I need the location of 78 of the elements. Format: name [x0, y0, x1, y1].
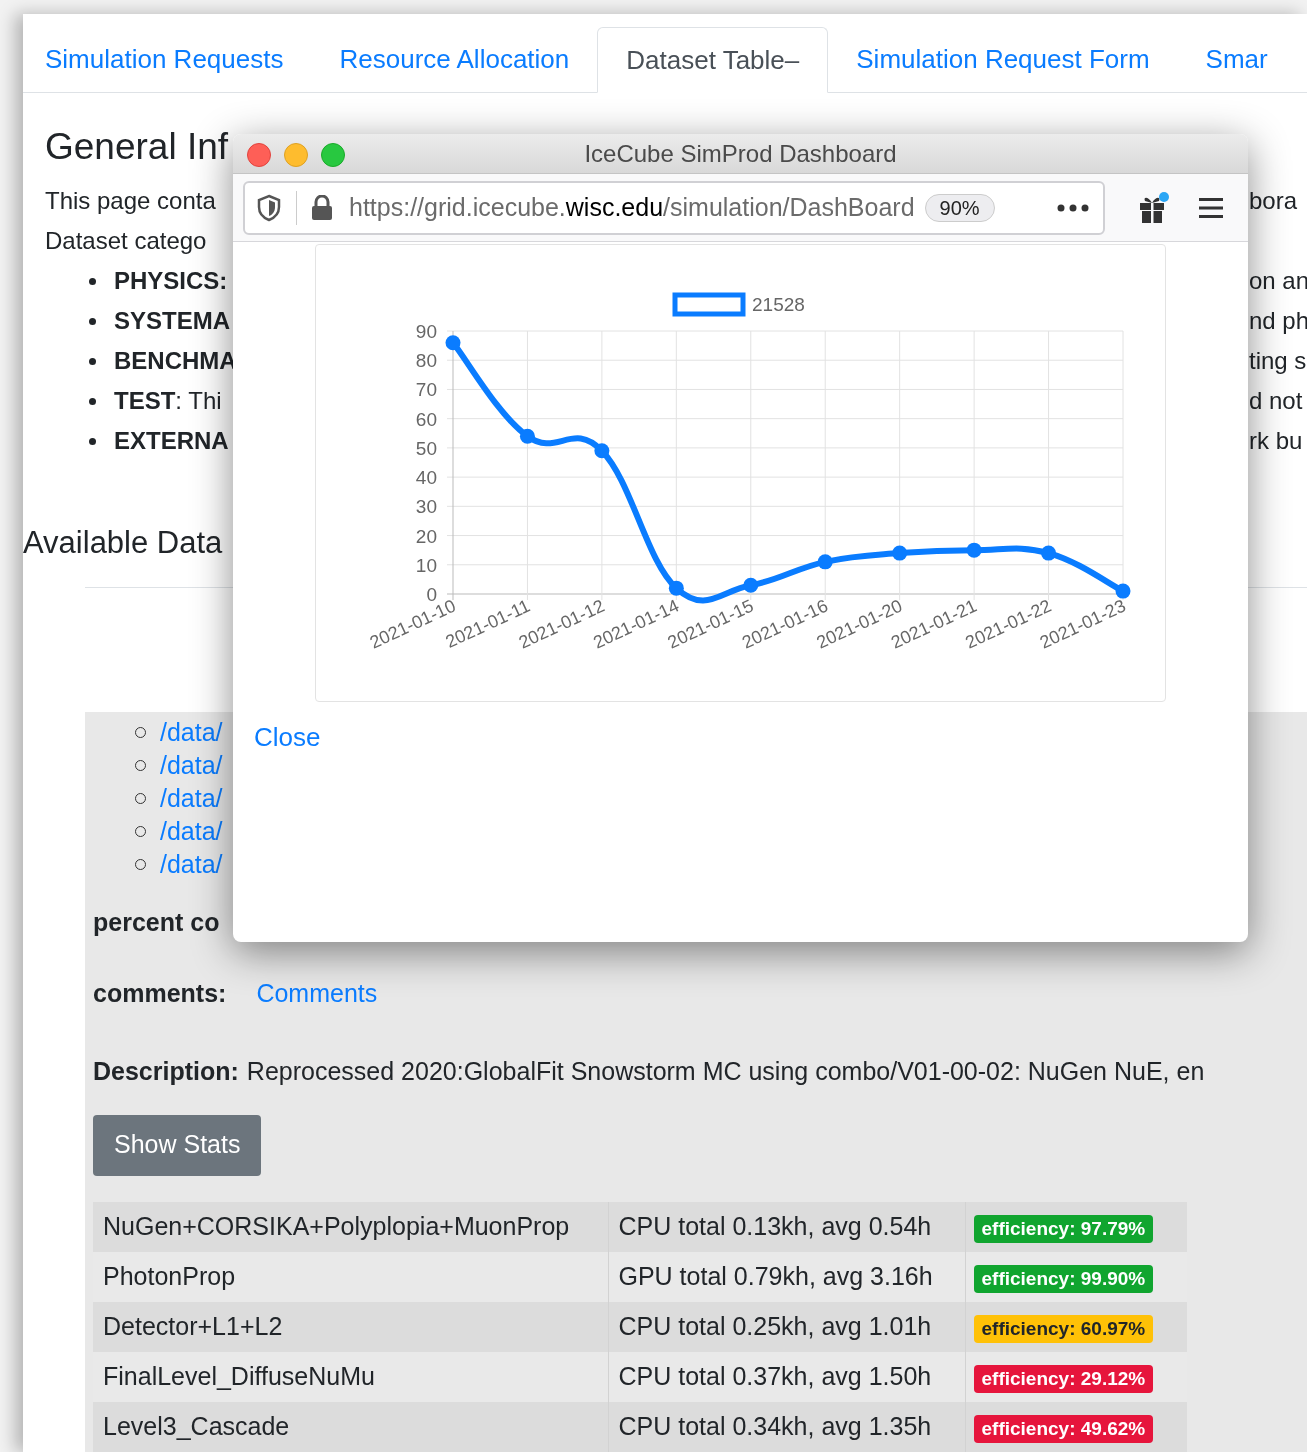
legend-label: 21528 [752, 294, 805, 315]
axis-label: 10 [415, 554, 437, 576]
list-item-text: SYSTEMA [114, 306, 230, 336]
data-point [743, 577, 759, 593]
data-point [1041, 545, 1057, 561]
data-point [1115, 583, 1131, 599]
field-label: Description: [93, 1056, 239, 1087]
table-cell: Level3_Cascade [93, 1401, 608, 1452]
table-cell: CPU total 0.13kh, avg 0.54h [608, 1201, 965, 1252]
nav-tab[interactable]: Resource Allocation [311, 26, 598, 92]
table-cell: FinalLevel_DiffuseNuMu [93, 1351, 608, 1402]
axis-label: 40 [415, 467, 437, 489]
nav-tab[interactable]: Smar [1177, 26, 1296, 92]
list-item-text: TEST: Thi [114, 386, 222, 416]
paragraph-text: bora [1249, 186, 1298, 216]
paragraph-text: on an [1249, 266, 1307, 296]
close-link[interactable]: Close [254, 718, 321, 757]
efficiency-badge: efficiency: 97.79% [973, 1214, 1154, 1243]
efficiency-badge: efficiency: 49.62% [973, 1414, 1154, 1443]
section-heading: Available Data [23, 524, 223, 562]
description-text: Reprocessed 2020:GlobalFit Snowstorm MC using combo/V01-00-02: NuGen NuE, en [246, 1056, 1205, 1087]
list-item-text: PHYSICS: [114, 266, 228, 296]
data-point [594, 443, 610, 459]
data-point [668, 580, 684, 596]
paragraph-text: nd ph [1249, 306, 1307, 336]
field-label: comments: [93, 977, 227, 1009]
menu-icon[interactable] [1199, 196, 1223, 219]
data-point [892, 545, 908, 561]
field-label: percent co [93, 907, 220, 938]
paragraph-text: rk bu [1249, 426, 1303, 456]
data-point [966, 542, 982, 558]
bullet-icon [89, 357, 96, 365]
table-cell: Detector+L1+L2 [93, 1301, 608, 1352]
axis-label: 50 [415, 437, 437, 459]
close-window-button[interactable] [247, 143, 271, 167]
paragraph-text: Dataset catego [45, 226, 207, 256]
efficiency-badge: efficiency: 60.97% [973, 1314, 1154, 1343]
bullet-icon [89, 437, 96, 445]
table-cell: CPU total 0.25kh, avg 1.01h [608, 1301, 965, 1352]
table-cell: NuGen+CORSIKA+Polyplopia+MuonProp [93, 1201, 608, 1252]
gift-icon[interactable] [1139, 191, 1169, 224]
paragraph-text: This page conta [45, 186, 216, 216]
nav-tab[interactable]: Dataset Table– [597, 27, 829, 93]
table-cell: GPU total 0.79kh, avg 3.16h [608, 1251, 965, 1302]
axis-label: 20 [415, 525, 437, 547]
efficiency-badge: efficiency: 99.90% [973, 1264, 1154, 1293]
list-item-text: EXTERNA [114, 426, 229, 456]
zoom-level-button[interactable]: 90% [924, 193, 995, 222]
address-bar[interactable]: https://grid.icecube.wisc.edu/simulation/DashBoard 90% [243, 180, 1105, 235]
section-heading: General Inf [45, 125, 229, 169]
table-cell: CPU total 0.34kh, avg 1.35h [608, 1401, 965, 1452]
data-point [817, 554, 833, 570]
paragraph-text: ting s [1249, 346, 1307, 376]
table-cell: CPU total 0.37kh, avg 1.50h [608, 1351, 965, 1402]
lock-icon[interactable] [311, 194, 333, 221]
axis-label: 90 [415, 321, 437, 342]
axis-label: 30 [415, 496, 437, 518]
more-icon[interactable] [1057, 203, 1089, 212]
shield-icon[interactable] [257, 193, 281, 222]
nav-tab[interactable]: Simulation Request Form [828, 26, 1178, 92]
axis-label: 70 [415, 379, 437, 401]
axis-label: 80 [415, 350, 437, 372]
bullet-icon [89, 317, 96, 325]
url-text: https://grid.icecube.wisc.edu/simulation/DashBoard [349, 191, 915, 223]
axis-label: 60 [415, 408, 437, 430]
window-title: IceCube SimProd Dashboard [584, 138, 897, 169]
bullet-icon [89, 397, 96, 405]
data-point [519, 428, 535, 444]
nav-tab[interactable]: Simulation Requests [23, 26, 312, 92]
comments-link[interactable]: Comments [256, 974, 378, 1012]
table-cell: PhotonProp [93, 1251, 608, 1302]
axis-label: 0 [426, 584, 437, 605]
show-stats-button[interactable]: Show Stats [93, 1114, 262, 1176]
data-point [445, 335, 461, 351]
bullet-icon [89, 277, 96, 285]
paragraph-text: d not [1249, 386, 1303, 416]
efficiency-badge: efficiency: 29.12% [973, 1364, 1154, 1393]
list-item-text: BENCHMA [114, 346, 237, 376]
